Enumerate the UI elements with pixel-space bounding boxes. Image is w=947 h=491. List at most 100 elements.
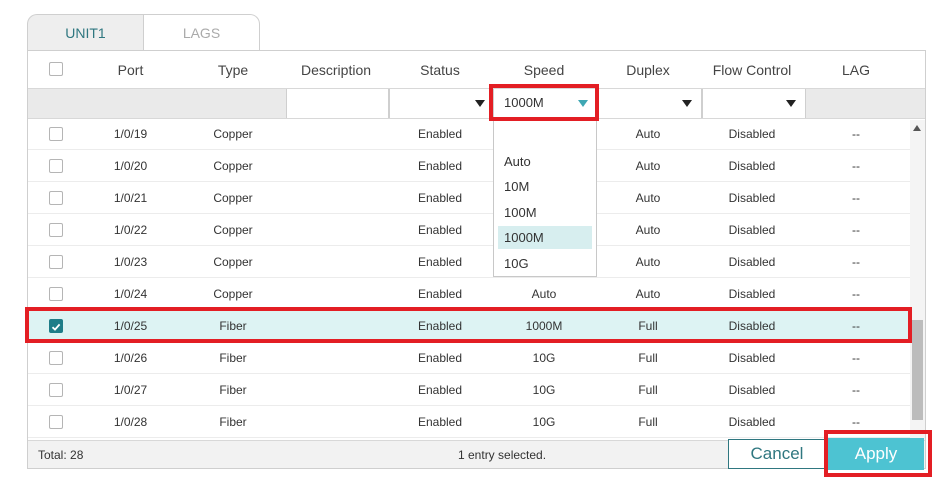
column-flow-control[interactable]: Flow Control (702, 51, 802, 88)
type-cell: Copper (213, 190, 253, 205)
flow-control-cell: Disabled (728, 126, 776, 141)
duplex-cell: Auto (635, 286, 661, 301)
row-checkbox[interactable] (49, 415, 63, 429)
table-row[interactable]: 1/0/24 Copper Enabled Auto Auto Disabled -- (28, 278, 910, 310)
duplex-filter-select[interactable] (598, 89, 702, 118)
flow-control-cell: Disabled (728, 190, 776, 205)
column-speed[interactable]: Speed (494, 51, 594, 88)
total-count: Total: 28 (38, 448, 84, 462)
status-cell: Enabled (417, 382, 463, 397)
vertical-scrollbar[interactable] (910, 120, 925, 440)
port-cell: 1/0/28 (113, 414, 148, 429)
type-cell: Copper (213, 286, 253, 301)
speed-cell: 10G (532, 382, 556, 397)
table-row[interactable]: 1/0/28 Fiber Enabled 10G Full Disabled -- (28, 406, 910, 438)
port-cell: 1/0/19 (113, 126, 148, 141)
cancel-button[interactable]: Cancel (728, 439, 826, 469)
column-port[interactable]: Port (88, 51, 173, 88)
status-filter-select[interactable] (389, 89, 493, 118)
column-description[interactable]: Description (286, 51, 386, 88)
table-row[interactable]: 1/0/21 Copper Enabled Auto Disabled -- (28, 182, 910, 214)
lag-cell: -- (852, 286, 860, 301)
selected-row-highlight (25, 307, 912, 343)
duplex-cell: Auto (635, 190, 661, 205)
row-checkbox[interactable] (49, 223, 63, 237)
scrollbar-thumb[interactable] (912, 320, 923, 420)
status-cell: Enabled (417, 190, 463, 205)
duplex-cell: Full (638, 382, 658, 397)
flow-control-cell: Disabled (728, 350, 776, 365)
tab-lags[interactable]: LAGS (143, 14, 260, 50)
filter-row: 1000M (28, 88, 925, 119)
status-cell: Enabled (417, 254, 463, 269)
status-cell: Enabled (417, 286, 463, 301)
lag-cell: -- (852, 126, 860, 141)
type-cell: Copper (213, 158, 253, 173)
chevron-down-icon (475, 100, 485, 107)
selection-status: 1 entry selected. (458, 448, 547, 462)
port-cell: 1/0/23 (113, 254, 148, 269)
lag-cell: -- (852, 222, 860, 237)
port-cell: 1/0/24 (113, 286, 148, 301)
description-filter-input[interactable] (286, 89, 389, 118)
speed-cell: 10G (532, 350, 556, 365)
select-all-checkbox[interactable] (49, 62, 63, 76)
duplex-cell: Full (638, 414, 658, 429)
type-cell: Fiber (219, 414, 247, 429)
duplex-cell: Auto (635, 126, 661, 141)
speed-option-10m[interactable]: 10M (498, 175, 592, 198)
tab-unit1[interactable]: UNIT1 (27, 14, 144, 50)
speed-option-auto[interactable]: Auto (498, 150, 592, 173)
row-checkbox[interactable] (49, 191, 63, 205)
row-checkbox[interactable] (49, 383, 63, 397)
speed-option-1000m[interactable]: 1000M (498, 226, 592, 249)
duplex-cell: Full (638, 350, 658, 365)
table-row[interactable]: 1/0/23 Copper Enabled Auto Disabled -- (28, 246, 910, 278)
chevron-down-icon (682, 100, 692, 107)
type-cell: Fiber (219, 382, 247, 397)
status-cell: Enabled (417, 222, 463, 237)
row-checkbox[interactable] (49, 287, 63, 301)
lag-cell: -- (852, 382, 860, 397)
flow-control-cell: Disabled (728, 414, 776, 429)
duplex-cell: Auto (635, 158, 661, 173)
duplex-cell: Auto (635, 254, 661, 269)
status-cell: Enabled (417, 414, 463, 429)
scroll-up-arrow-icon[interactable] (913, 125, 921, 131)
column-lag[interactable]: LAG (806, 51, 906, 88)
flow-control-filter-select[interactable] (702, 89, 806, 118)
table-row[interactable]: 1/0/27 Fiber Enabled 10G Full Disabled -- (28, 374, 910, 406)
speed-option-100m[interactable]: 100M (498, 201, 592, 224)
speed-cell: Auto (531, 286, 557, 301)
row-checkbox[interactable] (49, 159, 63, 173)
duplex-cell: Auto (635, 222, 661, 237)
column-type[interactable]: Type (188, 51, 278, 88)
port-cell: 1/0/22 (113, 222, 148, 237)
row-checkbox[interactable] (49, 255, 63, 269)
chevron-down-icon (786, 100, 796, 107)
status-cell: Enabled (417, 158, 463, 173)
speed-filter-highlight (489, 84, 599, 121)
speed-dropdown-list: Auto 10M 100M 1000M 10G (493, 119, 597, 277)
row-checkbox[interactable] (49, 351, 63, 365)
row-checkbox[interactable] (49, 127, 63, 141)
lag-cell: -- (852, 190, 860, 205)
lag-cell: -- (852, 158, 860, 173)
lag-cell: -- (852, 254, 860, 269)
table-row[interactable]: 1/0/19 Copper Enabled Auto Disabled -- (28, 118, 910, 150)
column-duplex[interactable]: Duplex (598, 51, 698, 88)
flow-control-cell: Disabled (728, 382, 776, 397)
table-row[interactable]: 1/0/26 Fiber Enabled 10G Full Disabled -- (28, 342, 910, 374)
status-cell: Enabled (417, 126, 463, 141)
lag-cell: -- (852, 350, 860, 365)
column-status[interactable]: Status (390, 51, 490, 88)
type-cell: Copper (213, 126, 253, 141)
port-cell: 1/0/21 (113, 190, 148, 205)
table-header: Port Type Description Status Speed Duple… (28, 51, 925, 88)
speed-option-10g[interactable]: 10G (498, 252, 592, 275)
type-cell: Fiber (219, 350, 247, 365)
table-row[interactable]: 1/0/20 Copper Enabled Auto Disabled -- (28, 150, 910, 182)
status-cell: Enabled (417, 350, 463, 365)
table-row[interactable]: 1/0/22 Copper Enabled Auto Disabled -- (28, 214, 910, 246)
port-cell: 1/0/27 (113, 382, 148, 397)
